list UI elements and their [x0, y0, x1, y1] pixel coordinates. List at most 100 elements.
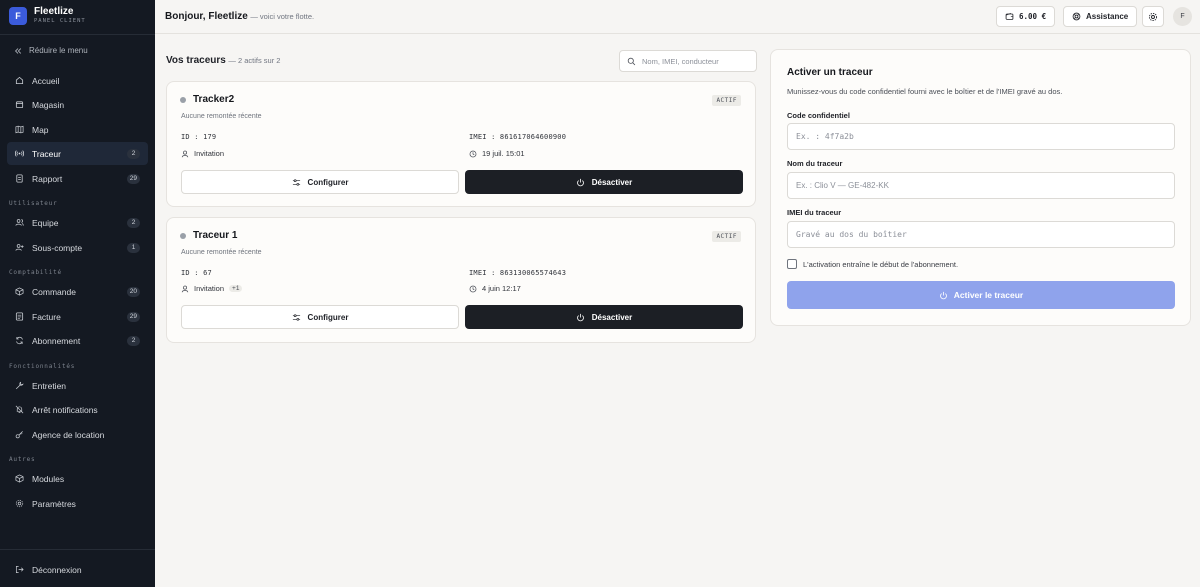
logout-button[interactable]: Déconnexion	[7, 558, 148, 581]
extra-drivers-badge: +1	[229, 285, 243, 292]
sidebar-item-label: Agence de location	[32, 429, 105, 440]
section-title-autres: Autres	[9, 456, 36, 463]
date-label: 19 juil. 15:01	[482, 149, 525, 158]
radio-icon	[15, 149, 24, 158]
status-dot	[180, 233, 186, 239]
count-badge: 2	[127, 148, 140, 159]
users-icon	[15, 218, 24, 227]
section-title-fonctionnalites: Fonctionnalités	[9, 363, 76, 370]
deactivate-label: Désactiver	[591, 177, 633, 187]
brand: F Fleetlize PANEL CLIENT	[9, 6, 86, 25]
brand-subtitle: PANEL CLIENT	[34, 18, 86, 24]
user-icon	[181, 285, 189, 293]
sidebar-item-label: Map	[32, 124, 49, 135]
consent-checkbox[interactable]	[787, 259, 797, 269]
sidebar-item-label: Facture	[32, 311, 61, 322]
tracker-search[interactable]	[619, 50, 757, 72]
topbar: Bonjour, Fleetlize — voici votre flotte.…	[155, 0, 1200, 34]
brand-name: Fleetlize	[34, 6, 74, 17]
user-plus-icon	[15, 243, 24, 252]
section-title-comptabilite: Comptabilité	[9, 269, 62, 276]
trackers-heading: Vos traceurs — 2 actifs sur 2	[166, 55, 280, 66]
sidebar-item-abonnement[interactable]: Abonnement 2	[7, 329, 148, 352]
greeting-subtitle: — voici votre flotte.	[250, 12, 315, 21]
sidebar-item-commande[interactable]: Commande 20	[7, 280, 148, 303]
sidebar-item-traceur[interactable]: Traceur 2	[7, 142, 148, 165]
search-input[interactable]	[642, 56, 749, 66]
deactivate-button[interactable]: Désactiver	[465, 305, 743, 329]
sidebar-item-label: Abonnement	[32, 335, 81, 346]
configure-button[interactable]: Configurer	[181, 170, 459, 194]
sidebar-item-parametres[interactable]: Paramètres	[7, 492, 148, 515]
count-badge: 2	[127, 217, 140, 228]
sidebar: F Fleetlize PANEL CLIENT Réduire le menu…	[0, 0, 155, 587]
tracker-imei: IMEI : 863130065574643	[469, 269, 567, 277]
sidebar-item-entretien[interactable]: Entretien	[7, 374, 148, 397]
sidebar-item-label: Commande	[32, 286, 76, 297]
collapse-menu-label: Réduire le menu	[29, 46, 88, 55]
sliders-icon	[292, 178, 301, 187]
configure-label: Configurer	[307, 177, 349, 187]
driver-label: Invitation	[194, 284, 225, 293]
deactivate-label: Désactiver	[591, 312, 633, 322]
count-badge: 29	[126, 173, 140, 184]
home-icon	[15, 76, 24, 85]
avatar[interactable]: F	[1173, 7, 1192, 26]
sidebar-item-modules[interactable]: Modules	[7, 467, 148, 490]
activation-panel: Activer un traceur Munissez-vous du code…	[770, 49, 1191, 326]
divider	[0, 34, 155, 35]
subscription-consent[interactable]: L'activation entraîne le début de l'abon…	[787, 259, 958, 269]
assistance-button[interactable]: Assistance	[1063, 6, 1138, 27]
activation-subtitle: Munissez-vous du code confidentiel fourn…	[787, 87, 1063, 96]
wallet-balance: 6.00 €	[1019, 12, 1047, 21]
activate-label: Activer le traceur	[953, 290, 1024, 300]
search-icon	[627, 57, 636, 66]
sidebar-item-magasin[interactable]: Magasin	[7, 93, 148, 116]
count-badge: 1	[127, 242, 140, 253]
tracker-card: Traceur 1 ACTIF Aucune remontée récente …	[166, 217, 756, 343]
sidebar-item-accueil[interactable]: Accueil	[7, 69, 148, 92]
sidebar-item-arret-notifications[interactable]: Arrêt notifications	[7, 398, 148, 421]
sidebar-item-agence-de-location[interactable]: Agence de location	[7, 423, 148, 446]
sidebar-item-map[interactable]: Map	[7, 118, 148, 141]
map-icon	[15, 125, 24, 134]
date-label: 4 juin 12:17	[482, 284, 521, 293]
configure-button[interactable]: Configurer	[181, 305, 459, 329]
tracker-name-input[interactable]	[787, 172, 1175, 199]
assistance-label: Assistance	[1086, 12, 1129, 21]
sliders-icon	[292, 313, 301, 322]
sidebar-item-sous-compte[interactable]: Sous-compte 1	[7, 236, 148, 259]
wallet-button[interactable]: 6.00 €	[996, 6, 1056, 27]
imei-input[interactable]	[787, 221, 1175, 248]
wallet-icon	[1005, 12, 1014, 21]
tracker-name: Tracker2	[193, 94, 235, 105]
imei-label: IMEI du traceur	[787, 208, 842, 217]
sidebar-item-label: Arrêt notifications	[32, 404, 98, 415]
trackers-title: Vos traceurs	[166, 55, 226, 66]
activate-tracker-button[interactable]: Activer le traceur	[787, 281, 1175, 309]
status-dot	[180, 97, 186, 103]
invoice-icon	[15, 312, 24, 321]
deactivate-button[interactable]: Désactiver	[465, 170, 743, 194]
power-icon	[576, 313, 585, 322]
sidebar-item-rapport[interactable]: Rapport 29	[7, 167, 148, 190]
tracker-card: Tracker2 ACTIF Aucune remontée récente I…	[166, 81, 756, 207]
count-badge: 29	[126, 311, 140, 322]
last-report: Aucune remontée récente	[181, 113, 262, 120]
name-label: Nom du traceur	[787, 159, 843, 168]
tracker-date: 4 juin 12:17	[469, 284, 521, 293]
sidebar-item-label: Paramètres	[32, 498, 76, 509]
tracker-id: ID : 67	[181, 269, 212, 277]
bell-off-icon	[15, 405, 24, 414]
code-input[interactable]	[787, 123, 1175, 150]
sidebar-item-facture[interactable]: Facture 29	[7, 305, 148, 328]
greeting-title: Bonjour, Fleetlize	[165, 11, 248, 22]
activation-title: Activer un traceur	[787, 67, 873, 78]
count-badge: 20	[126, 286, 140, 297]
sidebar-item-equipe[interactable]: Equipe 2	[7, 211, 148, 234]
boxes-icon	[15, 474, 24, 483]
sidebar-item-label: Traceur	[32, 148, 61, 159]
refresh-icon	[15, 336, 24, 345]
settings-button[interactable]	[1142, 6, 1164, 27]
collapse-menu-button[interactable]: Réduire le menu	[14, 46, 88, 55]
